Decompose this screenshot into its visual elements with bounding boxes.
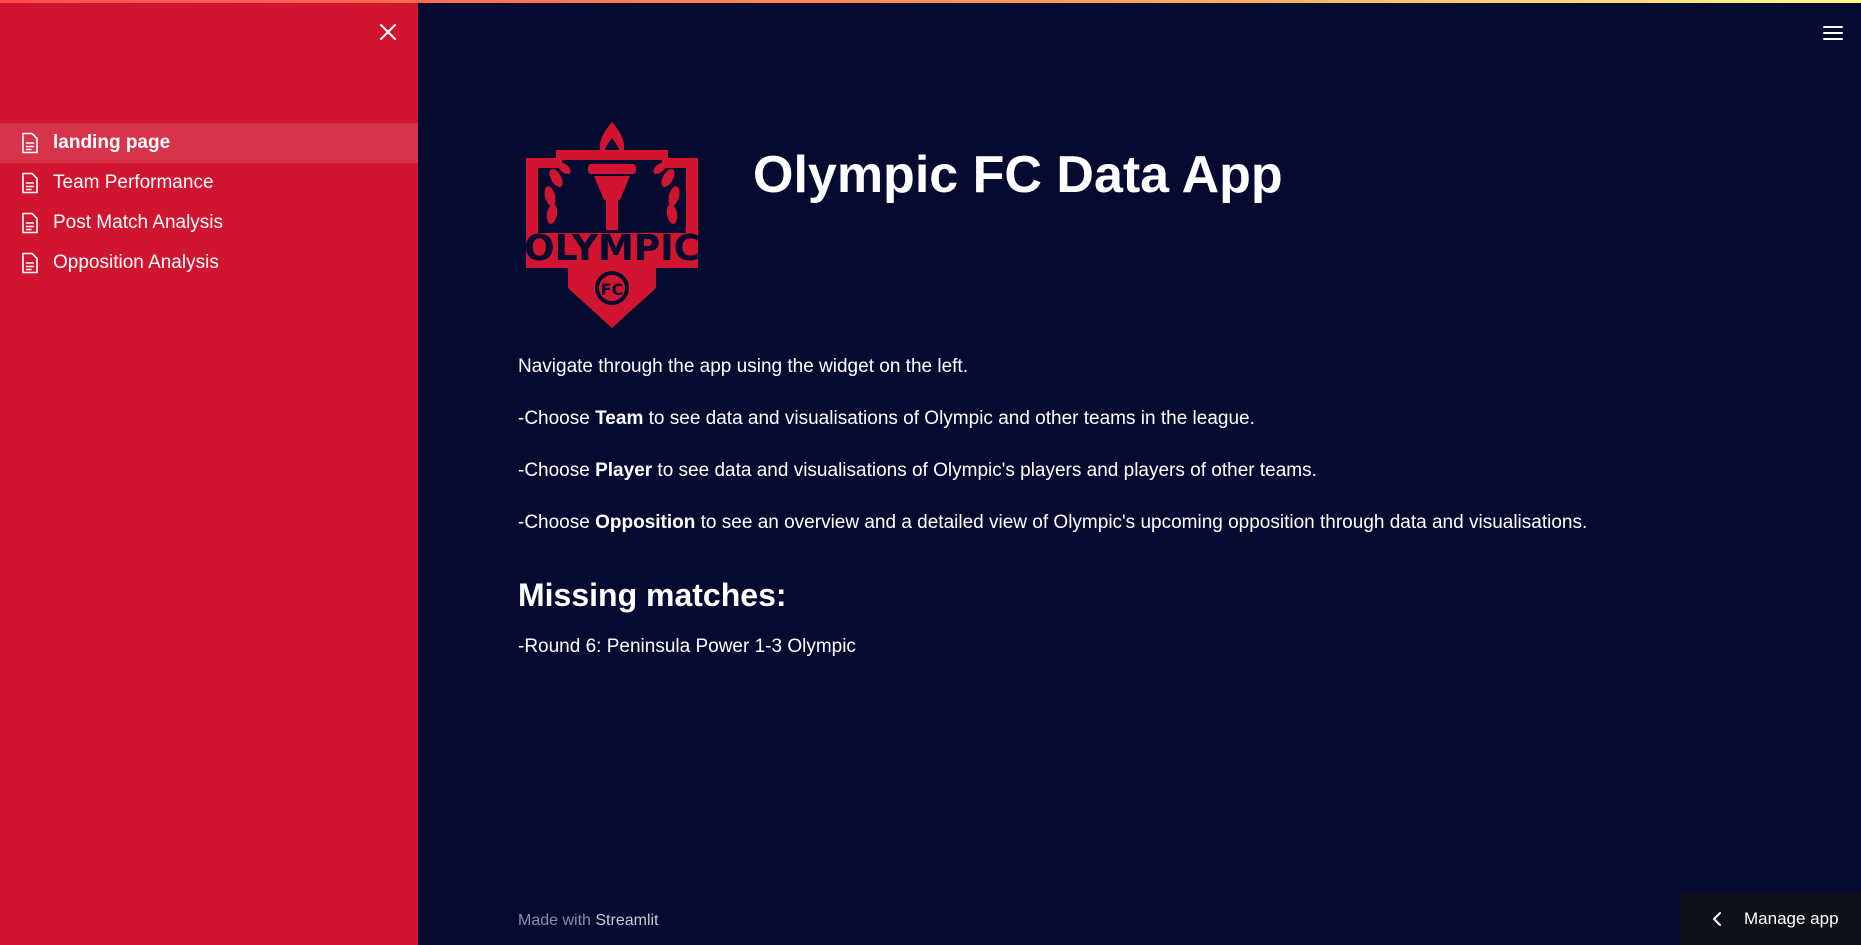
player-instruction: -Choose Player to see data and visualisa… [518, 460, 1317, 481]
sidebar-item-team-performance[interactable]: Team Performance [0, 163, 418, 203]
document-icon [22, 212, 38, 234]
player-keyword: Player [595, 460, 653, 481]
hamburger-menu-icon [1823, 26, 1843, 40]
team-instruction: -Choose Team to see data and visualisati… [518, 408, 1255, 429]
sidebar: landing page Team Performance Post Match… [0, 0, 418, 945]
intro-text: Navigate through the app using the widge… [518, 356, 968, 377]
opposition-instruction: -Choose Opposition to see an overview an… [518, 512, 1588, 533]
manage-app-label: Manage app [1744, 909, 1839, 928]
streamlit-link[interactable]: Streamlit [595, 912, 658, 929]
main-content: Navigate through the app using the widge… [518, 355, 1668, 687]
close-sidebar-button[interactable] [376, 20, 400, 44]
main-menu-button[interactable] [1821, 21, 1845, 45]
sidebar-item-post-match-analysis[interactable]: Post Match Analysis [0, 203, 418, 243]
document-icon [22, 132, 38, 154]
missing-match-item: -Round 6: Peninsula Power 1-3 Olympic [518, 636, 856, 657]
logo-subtext: FC [601, 280, 624, 299]
chevron-left-icon [1713, 912, 1721, 926]
sidebar-item-label: Opposition Analysis [53, 252, 219, 273]
footer: Made with Streamlit [518, 912, 659, 929]
sidebar-item-label: landing page [53, 132, 171, 153]
team-keyword: Team [595, 408, 644, 429]
logo-text: OLYMPIC [524, 228, 700, 269]
document-icon [22, 172, 38, 194]
sidebar-nav: landing page Team Performance Post Match… [0, 123, 418, 283]
sidebar-item-label: Post Match Analysis [53, 212, 224, 233]
page-title: Olympic FC Data App [753, 146, 1283, 204]
missing-matches-heading: Missing matches: [518, 577, 787, 613]
sidebar-item-label: Team Performance [53, 172, 214, 193]
sidebar-item-opposition-analysis[interactable]: Opposition Analysis [0, 243, 418, 283]
sidebar-item-landing-page[interactable]: landing page [0, 123, 418, 163]
manage-app-button[interactable]: Manage app [1680, 893, 1861, 945]
olympic-fc-logo: OLYMPIC FC [524, 122, 700, 328]
document-icon [22, 252, 38, 274]
close-icon [380, 24, 396, 40]
opposition-keyword: Opposition [595, 512, 696, 533]
top-decoration-bar [0, 0, 1861, 3]
